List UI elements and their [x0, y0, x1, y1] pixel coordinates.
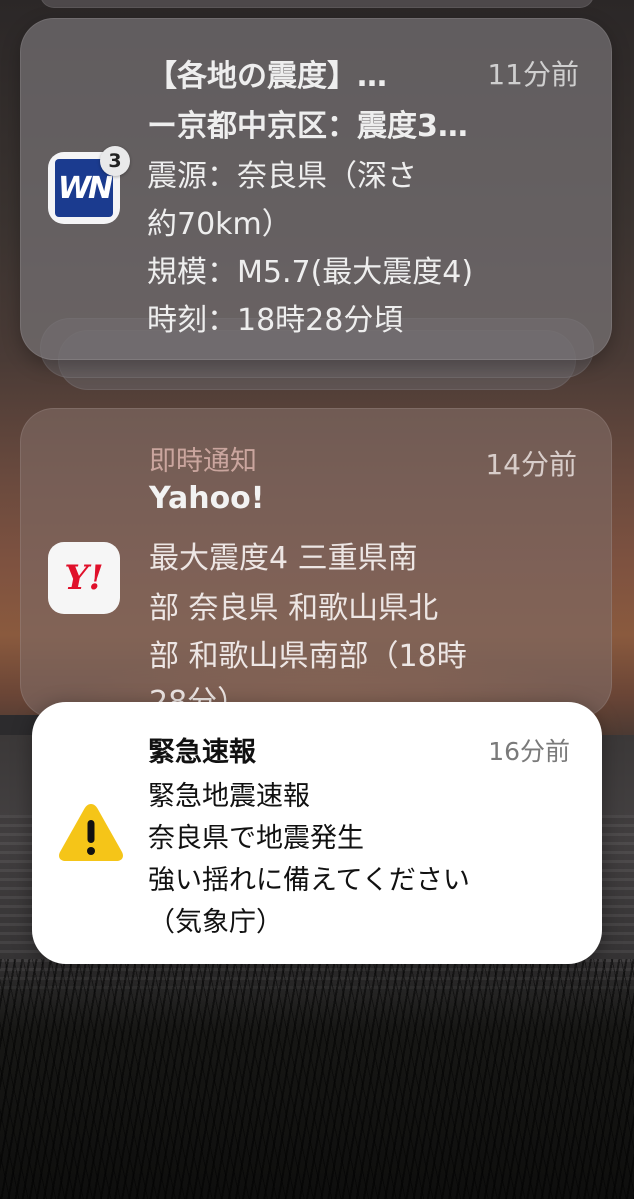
notification-line: 奈良県で地震発生	[148, 823, 364, 854]
notification-line: （気象庁）	[148, 907, 283, 938]
wallpaper-grass	[0, 959, 634, 1199]
notification-line: 規模：M5.7(最大震度4)	[147, 255, 474, 290]
previous-notification-edge	[40, 0, 594, 8]
notification-line: 強い揺れに備えてください	[148, 865, 470, 896]
notification-line: 最大震度4 三重県南	[149, 541, 418, 576]
notification-title: 緊急速報	[148, 737, 256, 768]
notification-line: 部 和歌山県南部（18時	[149, 639, 467, 674]
notification-line: ー京都中京区：震度3…	[147, 109, 468, 144]
notification-category: 即時通知	[149, 446, 257, 477]
notification-time: 14分前	[485, 448, 577, 481]
warning-icon	[59, 804, 123, 861]
notification-time: 11分前	[487, 58, 579, 91]
notification-count-badge: 3	[100, 146, 130, 176]
notification-title: Yahoo!	[149, 481, 265, 516]
notification-line: 約70km）	[147, 207, 292, 242]
notification-line: 震源：奈良県（深さ	[147, 159, 417, 194]
notification-time: 16分前	[488, 737, 570, 766]
yahoo-app-icon: Y!	[48, 542, 120, 614]
notification-line: 時刻：18時28分頃	[147, 303, 404, 338]
notification-line: 部 奈良県 和歌山県北	[149, 591, 439, 626]
notification-title: 【各地の震度】…	[147, 59, 387, 94]
notification-line: 緊急地震速報	[148, 781, 310, 812]
